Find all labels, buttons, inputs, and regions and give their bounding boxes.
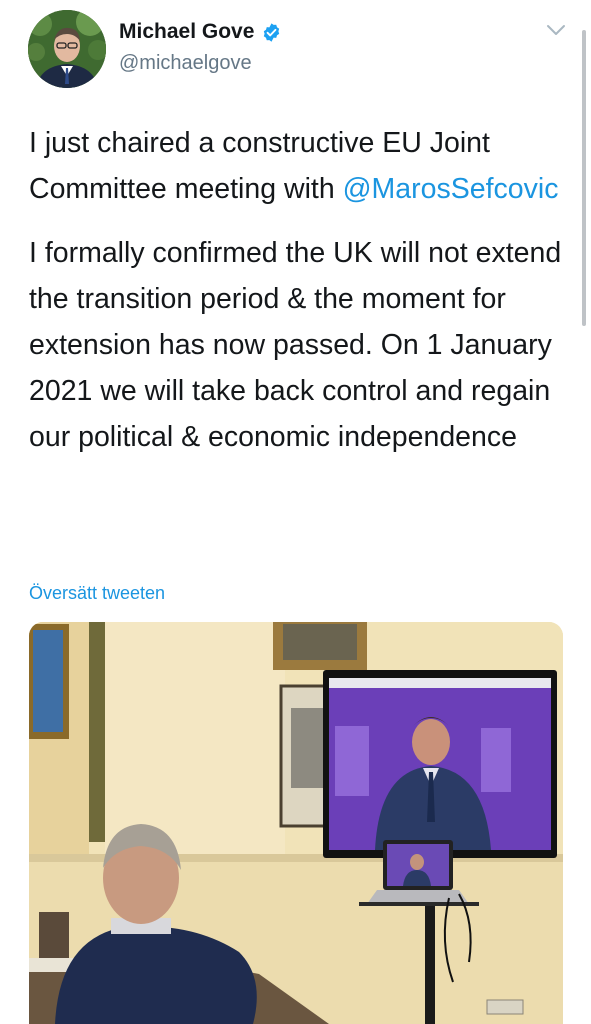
tweet-photo-image [29,622,563,1024]
translate-tweet-link[interactable]: Översätt tweeten [29,583,165,604]
tweet-paragraph-2: I formally confirmed the UK will not ext… [29,237,562,453]
author-name[interactable]: Michael Gove [119,20,254,44]
mention-link[interactable]: @MarosSefcovic [343,173,559,205]
chevron-down-icon[interactable] [545,22,567,38]
tweet-text: I just chaired a constructive EU Joint C… [29,120,564,478]
avatar-image [28,10,106,88]
scrollbar[interactable] [582,30,586,326]
avatar[interactable] [28,10,106,88]
verified-badge-icon [264,22,280,42]
author-name-row[interactable]: Michael Gove [119,20,282,44]
tweet-photo[interactable] [29,622,563,1024]
author-handle[interactable]: @michaelgove [119,52,252,75]
tweet-paragraph-1: I just chaired a constructive EU Joint C… [29,120,564,212]
